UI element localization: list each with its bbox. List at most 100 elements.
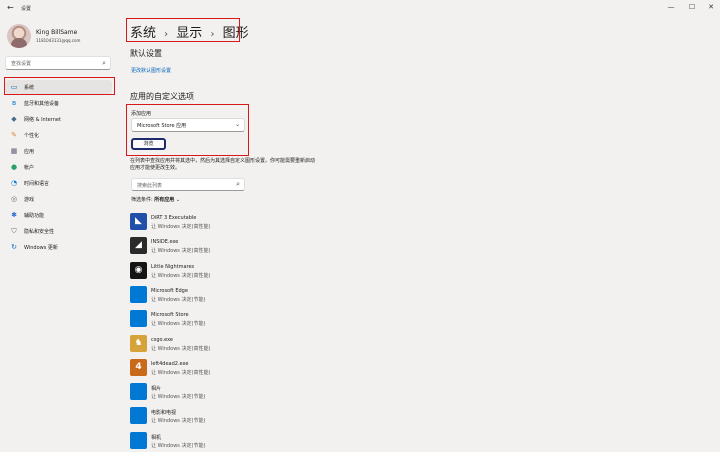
- account-icon: ●: [10, 163, 18, 171]
- app-name: INSIDE.exe: [151, 239, 179, 246]
- time-language-icon: ◔: [10, 179, 18, 187]
- breadcrumb-item-system[interactable]: 系统: [130, 22, 156, 41]
- chevron-right-icon: ›: [164, 29, 169, 40]
- app-graphics-preference: 让 Windows 决定(高性能): [151, 369, 211, 376]
- network-icon: ◆: [11, 115, 17, 123]
- app-list-item[interactable]: 相片让 Windows 决定(节能): [130, 382, 290, 402]
- bluetooth-icon: ʙ: [11, 99, 17, 107]
- accessibility-icon: ✱: [11, 211, 17, 219]
- camera-icon: [130, 431, 147, 449]
- sidebar-item-time-language[interactable]: ◔ 时间和语言: [5, 176, 112, 190]
- sidebar-item-label: 游戏: [24, 197, 35, 203]
- sidebar-search-placeholder: 查找设置: [11, 61, 32, 67]
- add-app-label: 添加应用: [131, 111, 152, 117]
- shield-icon: ⛉: [11, 227, 17, 235]
- filter-value: 所有应用: [154, 197, 175, 203]
- app-name: 电影和电视: [151, 410, 177, 417]
- maximize-icon[interactable]: ☐: [685, 2, 699, 12]
- app-list-item[interactable]: ◉ Little Nightmares 让 Windows 决定(高性能): [130, 261, 290, 281]
- app-name: DiRT 3 Executable: [151, 215, 197, 221]
- edge-icon: [130, 285, 147, 303]
- sidebar-item-shield[interactable]: ⛉ 隐私和安全性: [5, 224, 112, 238]
- app-name: Microsoft Store: [151, 312, 189, 319]
- app-list-item[interactable]: Microsoft Edge 让 Windows 决定(节能): [130, 285, 290, 305]
- minimize-icon[interactable]: —: [664, 2, 678, 12]
- system-icon: ▭: [10, 83, 18, 91]
- sidebar-item-label: 网络 & Internet: [24, 117, 61, 123]
- filter-dropdown[interactable]: 筛选条件: 所有应用 ⌄: [131, 196, 180, 203]
- little-nightmares-icon: ◉: [130, 261, 147, 279]
- window-title: 设置: [21, 6, 32, 12]
- custom-options-info: 在列表中查找应用并将其选中，然后为其选择自定义图形设置。你可能需要重新启动应用才…: [130, 158, 316, 171]
- dirt3-icon: ◣: [130, 213, 147, 230]
- breadcrumb-item-display[interactable]: 显示: [176, 22, 202, 41]
- csgo-icon: ♞: [130, 334, 147, 352]
- app-type-select-value: Microsoft Store 应用: [137, 123, 187, 129]
- app-type-select[interactable]: Microsoft Store 应用 ⌄: [131, 118, 245, 132]
- app-graphics-preference: 让 Windows 决定(节能): [151, 418, 206, 425]
- app-list-item[interactable]: ◢ INSIDE.exe 让 Windows 决定(高性能): [130, 236, 290, 256]
- avatar: [7, 24, 31, 48]
- sidebar-item-bluetooth[interactable]: ʙ 蓝牙和其他设备: [5, 96, 112, 110]
- app-name: csgo.exe: [151, 336, 173, 343]
- sidebar-item-gaming[interactable]: ◎ 游戏: [5, 192, 112, 206]
- app-graphics-preference: 让 Windows 决定(节能): [151, 296, 206, 303]
- apps-icon: ▦: [10, 147, 18, 155]
- default-settings-title: 默认设置: [130, 49, 162, 58]
- breadcrumb: 系统 › 显示 › 图形: [130, 22, 249, 41]
- app-list-item[interactable]: ♞ csgo.exe 让 Windows 决定(高性能): [130, 334, 290, 354]
- search-icon: ⌕: [236, 180, 240, 188]
- inside-icon: ◢: [130, 237, 147, 255]
- sidebar-item-apps[interactable]: ▦ 应用: [5, 144, 112, 158]
- browse-button[interactable]: 浏览: [131, 138, 166, 150]
- app-graphics-preference: 让 Windows 决定(节能): [151, 394, 206, 401]
- app-list-item[interactable]: 4 left4dead2.exe 让 Windows 决定(高性能): [130, 358, 290, 378]
- sidebar-item-accessibility[interactable]: ✱ 辅助功能: [5, 208, 112, 222]
- app-name: 相机: [151, 434, 162, 441]
- chevron-down-icon: ⌄: [234, 121, 240, 128]
- sidebar-item-label: 时间和语言: [24, 181, 50, 187]
- app-list-item[interactable]: ◣ DiRT 3 Executable 让 Windows 决定(高性能): [130, 212, 290, 232]
- app-name: Microsoft Edge: [151, 287, 188, 294]
- sidebar-search-input[interactable]: 查找设置 ⌕: [5, 56, 111, 70]
- sidebar-item-account[interactable]: ● 帐户: [5, 160, 112, 174]
- chevron-right-icon: ›: [210, 29, 215, 40]
- left4dead2-icon: 4: [130, 358, 147, 376]
- app-list-item[interactable]: 电影和电视让 Windows 决定(节能): [130, 406, 290, 426]
- search-icon: ⌕: [102, 59, 106, 67]
- app-graphics-preference: 让 Windows 决定(节能): [151, 321, 206, 328]
- sidebar-item-system[interactable]: ▭ 系统: [5, 80, 112, 94]
- chevron-down-icon: ⌄: [175, 197, 181, 203]
- list-search-input[interactable]: 搜索此列表 ⌕: [131, 178, 245, 191]
- gaming-icon: ◎: [10, 195, 18, 203]
- back-arrow-icon[interactable]: ←: [7, 3, 17, 13]
- app-list-item[interactable]: 相机让 Windows 决定(节能): [130, 431, 290, 451]
- sidebar-item-brush[interactable]: ✎ 个性化: [5, 128, 112, 142]
- list-search-placeholder: 搜索此列表: [137, 183, 163, 189]
- app-list-item[interactable]: Microsoft Store 让 Windows 决定(节能): [130, 309, 290, 329]
- update-icon: ↻: [11, 243, 17, 251]
- user-email: 1181043131@qq.com: [36, 38, 81, 43]
- sidebar-item-label: 隐私和安全性: [24, 229, 55, 235]
- movies-tv-icon: [130, 407, 147, 425]
- user-name: King BillSame: [36, 29, 78, 36]
- app-graphics-preference: 让 Windows 决定(节能): [151, 442, 206, 449]
- title-bar: ← 设置 — ☐ ✕: [0, 0, 720, 16]
- sidebar-item-network[interactable]: ◆ 网络 & Internet: [5, 112, 112, 126]
- sidebar-item-label: 帐户: [24, 165, 35, 171]
- change-default-graphics-link[interactable]: 更改默认图形设置: [131, 67, 171, 74]
- filter-label: 筛选条件:: [131, 197, 153, 203]
- app-graphics-preference: 让 Windows 决定(高性能): [151, 345, 211, 352]
- sidebar-item-label: 应用: [24, 149, 35, 155]
- app-graphics-preference: 让 Windows 决定(高性能): [151, 248, 211, 255]
- sidebar-item-label: 蓝牙和其他设备: [24, 101, 60, 107]
- custom-options-title: 应用的自定义选项: [130, 92, 194, 101]
- sidebar-item-update[interactable]: ↻ Windows 更新: [5, 240, 112, 254]
- photos-icon: [130, 383, 147, 401]
- close-icon[interactable]: ✕: [704, 2, 718, 12]
- sidebar-item-label: 系统: [24, 85, 35, 91]
- sidebar-item-label: Windows 更新: [24, 245, 58, 251]
- brush-icon: ✎: [11, 131, 17, 139]
- breadcrumb-item-graphics: 图形: [222, 26, 249, 41]
- app-graphics-preference: 让 Windows 决定(高性能): [151, 272, 211, 279]
